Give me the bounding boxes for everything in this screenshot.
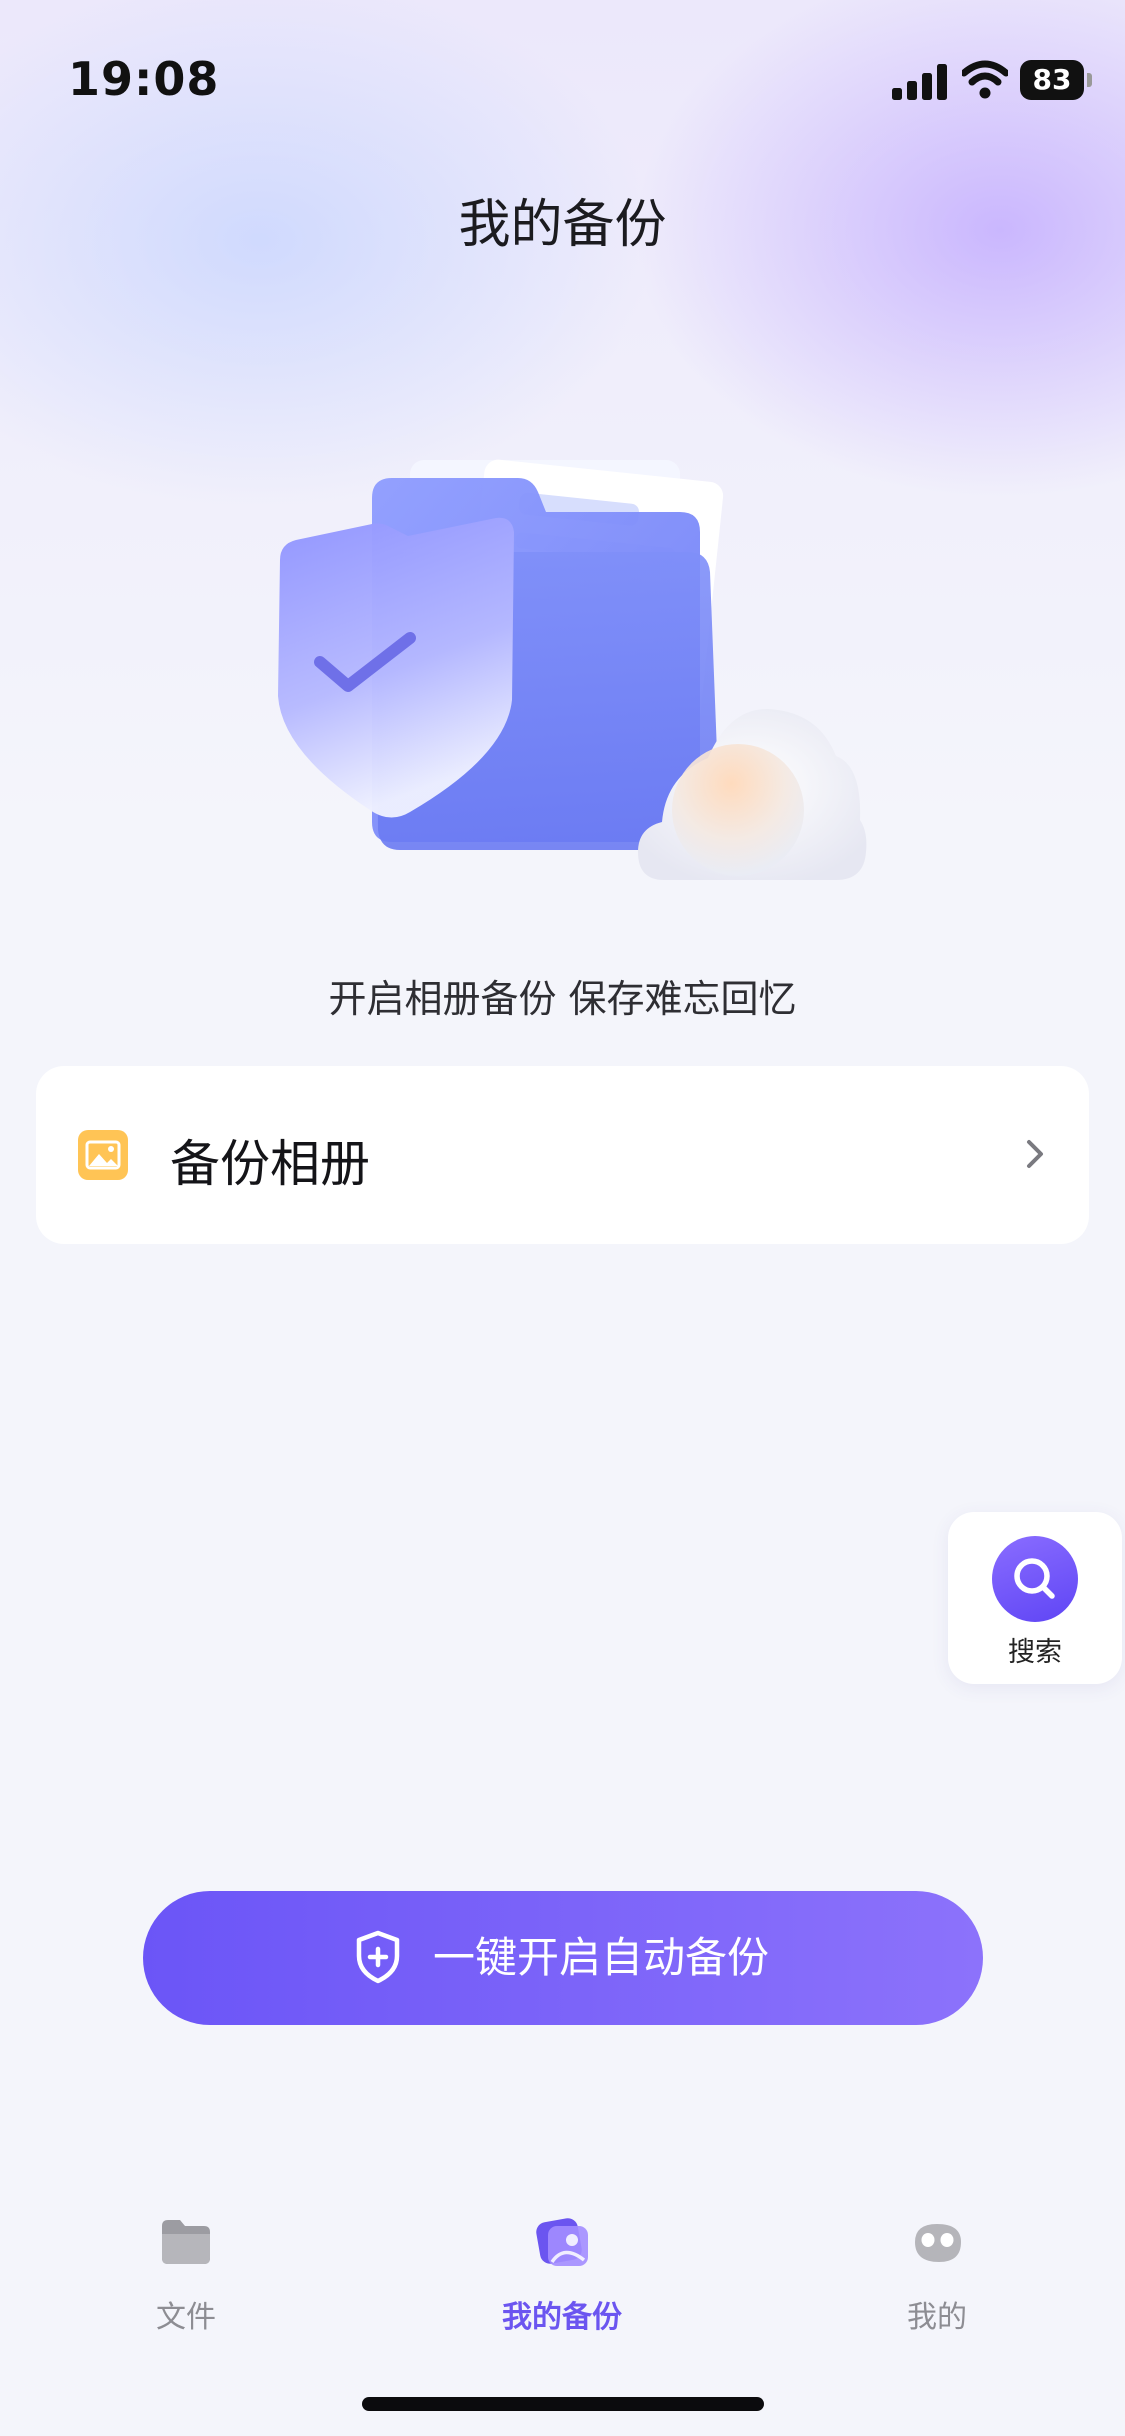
photo-album-icon xyxy=(78,1130,128,1180)
enable-auto-backup-button[interactable]: 一键开启自动备份 xyxy=(143,1891,983,2025)
cellular-signal-icon xyxy=(892,64,947,100)
chevron-right-icon xyxy=(1027,1140,1043,1168)
tab-me-label: 我的 xyxy=(907,2300,967,2335)
page-title: 我的备份 xyxy=(458,195,667,255)
search-label: 搜索 xyxy=(1008,1637,1062,1668)
shield-plus-icon xyxy=(356,1930,400,1984)
search-icon xyxy=(1014,1558,1055,1599)
status-time: 19:08 xyxy=(68,52,220,106)
backup-album-card[interactable]: 备份相册 xyxy=(36,1066,1089,1244)
backup-album-label: 备份相册 xyxy=(170,1135,370,1193)
status-bar: 19:08 83 xyxy=(0,0,1125,150)
tab-my-backup-label: 我的备份 xyxy=(502,2300,622,2335)
backup-photo-icon xyxy=(536,2218,588,2266)
battery-level: 83 xyxy=(1032,63,1072,96)
search-circle xyxy=(992,1536,1078,1622)
tab-me[interactable]: 我的 xyxy=(812,2212,1062,2342)
wifi-icon xyxy=(962,60,1008,99)
battery-icon: 83 xyxy=(1020,60,1092,100)
backup-folder-shield-cloud-illustration xyxy=(278,459,867,880)
enable-auto-backup-label: 一键开启自动备份 xyxy=(433,1934,770,1981)
home-indicator xyxy=(362,2397,764,2411)
folder-icon xyxy=(162,2220,210,2264)
battery-cap xyxy=(1087,73,1092,87)
tab-files[interactable]: 文件 xyxy=(61,2212,311,2342)
profile-icon xyxy=(915,2224,961,2262)
tab-files-label: 文件 xyxy=(156,2300,216,2335)
floating-search-button[interactable]: 搜索 xyxy=(948,1512,1122,1684)
tab-my-backup[interactable]: 我的备份 xyxy=(437,2212,687,2342)
hero-subtitle: 开启相册备份 保存难忘回忆 xyxy=(328,977,797,1021)
